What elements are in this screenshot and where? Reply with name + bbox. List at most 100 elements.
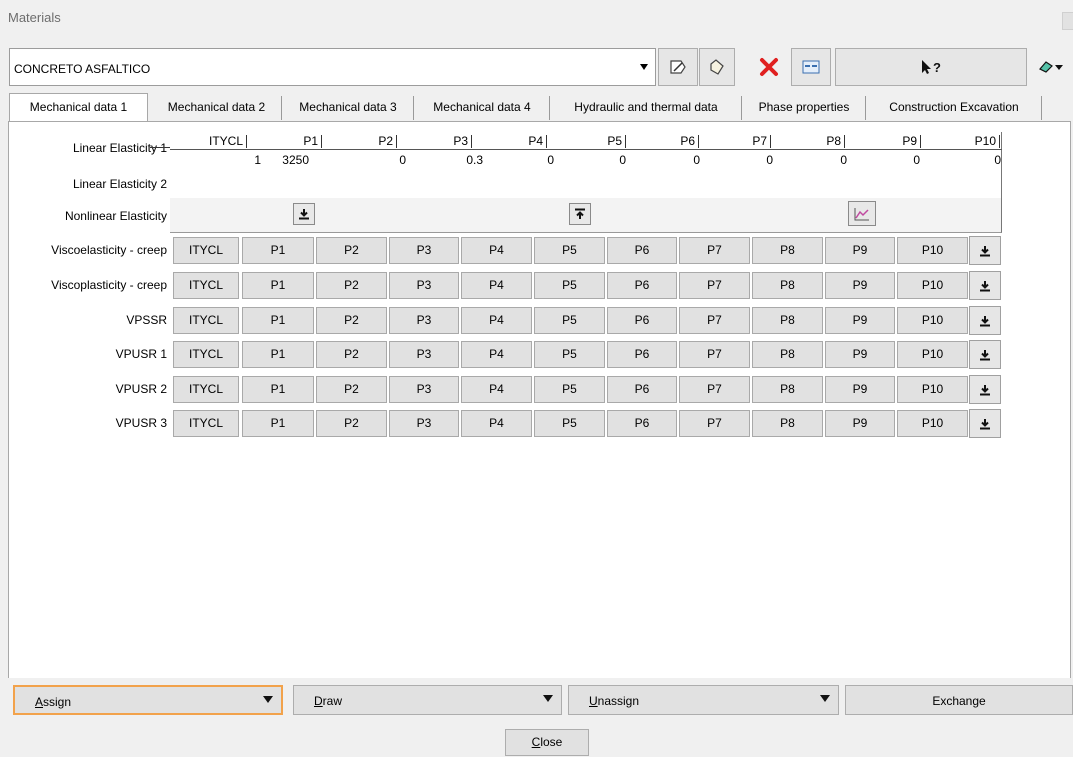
param-viscoelasticity-p3-button[interactable]: P3 (389, 237, 459, 264)
param-viscoplasticity-p10-button[interactable]: P10 (897, 272, 968, 299)
param-vpusr2-p8-button[interactable]: P8 (752, 376, 823, 403)
tab-construction-excavation[interactable]: Construction Excavation (867, 96, 1042, 120)
grid-header-p8[interactable]: P8 (771, 135, 845, 148)
param-viscoplasticity-p7-button[interactable]: P7 (679, 272, 750, 299)
param-vpssr-p5-button[interactable]: P5 (534, 307, 605, 334)
assign-button[interactable]: Assign (13, 685, 283, 715)
param-viscoplasticity-p1-button[interactable]: P1 (242, 272, 314, 299)
param-vpusr3-p9-button[interactable]: P9 (825, 410, 895, 437)
param-viscoelasticity-itycl-button[interactable]: ITYCL (173, 237, 239, 264)
param-viscoelasticity-p7-button[interactable]: P7 (679, 237, 750, 264)
new-material-button[interactable] (699, 48, 735, 86)
grid-header-p5[interactable]: P5 (547, 135, 626, 148)
param-vpssr-p2-button[interactable]: P2 (316, 307, 387, 334)
param-vpusr3-p8-button[interactable]: P8 (752, 410, 823, 437)
param-vpssr-p7-button[interactable]: P7 (679, 307, 750, 334)
param-vpusr3-download-button[interactable] (969, 409, 1001, 438)
param-vpusr1-p8-button[interactable]: P8 (752, 341, 823, 368)
param-viscoelasticity-p1-button[interactable]: P1 (242, 237, 314, 264)
tab-mechanical-data-2[interactable]: Mechanical data 2 (152, 96, 282, 120)
param-viscoelasticity-download-button[interactable] (969, 236, 1001, 265)
param-vpusr3-p6-button[interactable]: P6 (607, 410, 677, 437)
param-vpusr1-p2-button[interactable]: P2 (316, 341, 387, 368)
param-vpusr3-itycl-button[interactable]: ITYCL (173, 410, 239, 437)
param-vpusr3-p3-button[interactable]: P3 (389, 410, 459, 437)
param-vpusr2-p1-button[interactable]: P1 (242, 376, 314, 403)
nonlinear-upload-button[interactable] (569, 203, 591, 225)
param-vpusr1-itycl-button[interactable]: ITYCL (173, 341, 239, 368)
close-button[interactable]: Close (505, 729, 589, 756)
draw-button[interactable]: Draw (293, 685, 562, 715)
param-viscoplasticity-download-button[interactable] (969, 271, 1001, 300)
param-vpusr2-p3-button[interactable]: P3 (389, 376, 459, 403)
param-viscoplasticity-p4-button[interactable]: P4 (461, 272, 532, 299)
context-help-button[interactable]: ? (835, 48, 1027, 86)
param-viscoelasticity-p8-button[interactable]: P8 (752, 237, 823, 264)
param-vpusr2-p4-button[interactable]: P4 (461, 376, 532, 403)
tab-mechanical-data-3[interactable]: Mechanical data 3 (283, 96, 414, 120)
param-vpusr3-p4-button[interactable]: P4 (461, 410, 532, 437)
param-viscoplasticity-itycl-button[interactable]: ITYCL (173, 272, 239, 299)
grid-cell-p9[interactable]: 0 (845, 153, 920, 167)
grid-cell-p2[interactable]: 0 (322, 153, 406, 167)
grid-cell-p1[interactable]: 3250 (247, 153, 309, 167)
param-vpusr1-p6-button[interactable]: P6 (607, 341, 677, 368)
grid-header-p9[interactable]: P9 (845, 135, 921, 148)
grid-header-p6[interactable]: P6 (626, 135, 699, 148)
param-vpssr-p4-button[interactable]: P4 (461, 307, 532, 334)
param-vpssr-p9-button[interactable]: P9 (825, 307, 895, 334)
grid-cell-p8[interactable]: 0 (771, 153, 847, 167)
edit-material-button[interactable] (658, 48, 698, 86)
param-vpusr2-p6-button[interactable]: P6 (607, 376, 677, 403)
param-vpssr-download-button[interactable] (969, 306, 1001, 335)
param-viscoelasticity-p2-button[interactable]: P2 (316, 237, 387, 264)
grid-cell-p6[interactable]: 0 (626, 153, 700, 167)
tab-phase-properties[interactable]: Phase properties (743, 96, 866, 120)
param-vpusr3-p5-button[interactable]: P5 (534, 410, 605, 437)
assign-dropdown-icon[interactable] (263, 694, 273, 704)
param-vpusr1-download-button[interactable] (969, 340, 1001, 369)
param-vpusr1-p7-button[interactable]: P7 (679, 341, 750, 368)
delete-material-button[interactable] (748, 48, 790, 86)
param-vpusr2-itycl-button[interactable]: ITYCL (173, 376, 239, 403)
param-vpusr3-p1-button[interactable]: P1 (242, 410, 314, 437)
param-vpssr-p6-button[interactable]: P6 (607, 307, 677, 334)
draw-dropdown-icon[interactable] (543, 693, 553, 703)
param-vpusr2-p10-button[interactable]: P10 (897, 376, 968, 403)
param-vpusr1-p10-button[interactable]: P10 (897, 341, 968, 368)
param-vpusr1-p9-button[interactable]: P9 (825, 341, 895, 368)
param-vpusr3-p2-button[interactable]: P2 (316, 410, 387, 437)
param-vpusr2-p2-button[interactable]: P2 (316, 376, 387, 403)
unassign-button[interactable]: Unassign (568, 685, 839, 715)
param-viscoplasticity-p5-button[interactable]: P5 (534, 272, 605, 299)
param-viscoplasticity-p6-button[interactable]: P6 (607, 272, 677, 299)
tab-hydraulic-thermal[interactable]: Hydraulic and thermal data (551, 96, 742, 120)
nonlinear-chart-button[interactable] (848, 201, 876, 226)
param-vpusr2-p7-button[interactable]: P7 (679, 376, 750, 403)
param-viscoelasticity-p10-button[interactable]: P10 (897, 237, 968, 264)
tab-mechanical-data-4[interactable]: Mechanical data 4 (415, 96, 550, 120)
param-viscoelasticity-p5-button[interactable]: P5 (534, 237, 605, 264)
material-combo-arrow-icon[interactable] (640, 60, 648, 74)
param-vpssr-p3-button[interactable]: P3 (389, 307, 459, 334)
unassign-dropdown-icon[interactable] (820, 693, 830, 703)
grid-header-p3[interactable]: P3 (397, 135, 472, 148)
options-menu-button[interactable] (1029, 48, 1073, 86)
param-viscoelasticity-p6-button[interactable]: P6 (607, 237, 677, 264)
param-viscoplasticity-p2-button[interactable]: P2 (316, 272, 387, 299)
grid-header-p7[interactable]: P7 (699, 135, 771, 148)
grid-header-p4[interactable]: P4 (472, 135, 547, 148)
param-vpusr3-p7-button[interactable]: P7 (679, 410, 750, 437)
param-vpusr1-p4-button[interactable]: P4 (461, 341, 532, 368)
grid-cell-p4[interactable]: 0 (472, 153, 554, 167)
param-viscoelasticity-p9-button[interactable]: P9 (825, 237, 895, 264)
param-viscoplasticity-p9-button[interactable]: P9 (825, 272, 895, 299)
param-vpusr2-download-button[interactable] (969, 375, 1001, 404)
param-viscoplasticity-p3-button[interactable]: P3 (389, 272, 459, 299)
grid-header-p2[interactable]: P2 (322, 135, 397, 148)
copy-material-button[interactable] (791, 48, 831, 86)
grid-cell-p7[interactable]: 0 (699, 153, 773, 167)
param-vpusr1-p5-button[interactable]: P5 (534, 341, 605, 368)
tab-mechanical-data-1[interactable]: Mechanical data 1 (9, 93, 148, 122)
exchange-button[interactable]: Exchange (845, 685, 1073, 715)
